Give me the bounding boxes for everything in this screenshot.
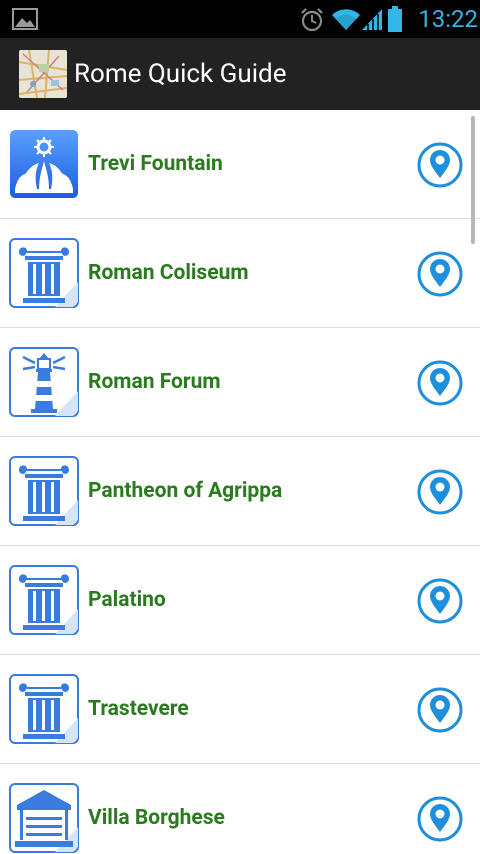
- battery-icon: [388, 6, 402, 32]
- map-pin-icon[interactable]: [416, 250, 464, 298]
- map-pin-icon[interactable]: [416, 795, 464, 843]
- list-item[interactable]: Roman Forum: [0, 328, 480, 437]
- list-item-label: Roman Forum: [88, 370, 221, 394]
- column-icon: [9, 565, 79, 635]
- image-notification-icon: [12, 8, 38, 30]
- map-icon[interactable]: [19, 50, 67, 98]
- alarm-icon: [301, 8, 323, 32]
- action-bar: Rome Quick Guide: [0, 38, 480, 110]
- list-item[interactable]: Trevi Fountain: [0, 110, 480, 219]
- list-item-label: Pantheon of Agrippa: [88, 479, 283, 503]
- scrollbar[interactable]: [471, 116, 475, 244]
- pavilion-icon: [9, 783, 79, 853]
- map-pin-icon[interactable]: [416, 468, 464, 516]
- column-icon: [9, 674, 79, 744]
- map-pin-icon[interactable]: [416, 686, 464, 734]
- app-title: Rome Quick Guide: [74, 59, 287, 89]
- list-item-label: Palatino: [88, 588, 166, 612]
- list-item[interactable]: Palatino: [0, 546, 480, 655]
- list-item[interactable]: Roman Coliseum: [0, 219, 480, 328]
- map-pin-icon[interactable]: [416, 359, 464, 407]
- list-item-label: Villa Borghese: [88, 806, 225, 830]
- column-icon: [9, 456, 79, 526]
- fountain-icon: [9, 129, 79, 199]
- signal-icon: [362, 9, 382, 30]
- list-item[interactable]: Pantheon of Agrippa: [0, 437, 480, 546]
- list-item-label: Roman Coliseum: [88, 261, 249, 285]
- map-pin-icon[interactable]: [416, 141, 464, 189]
- places-list[interactable]: Trevi Fountain Roman Coliseum Roman Foru…: [0, 110, 480, 854]
- wifi-icon: [332, 9, 360, 31]
- status-bar: 13:22: [0, 0, 480, 38]
- lighthouse-icon: [9, 347, 79, 417]
- column-icon: [9, 238, 79, 308]
- map-pin-icon[interactable]: [416, 577, 464, 625]
- list-item-label: Trastevere: [88, 697, 189, 721]
- list-item[interactable]: Villa Borghese: [0, 764, 480, 854]
- status-clock: 13:22: [418, 5, 478, 33]
- list-item[interactable]: Trastevere: [0, 655, 480, 764]
- list-item-label: Trevi Fountain: [88, 152, 223, 176]
